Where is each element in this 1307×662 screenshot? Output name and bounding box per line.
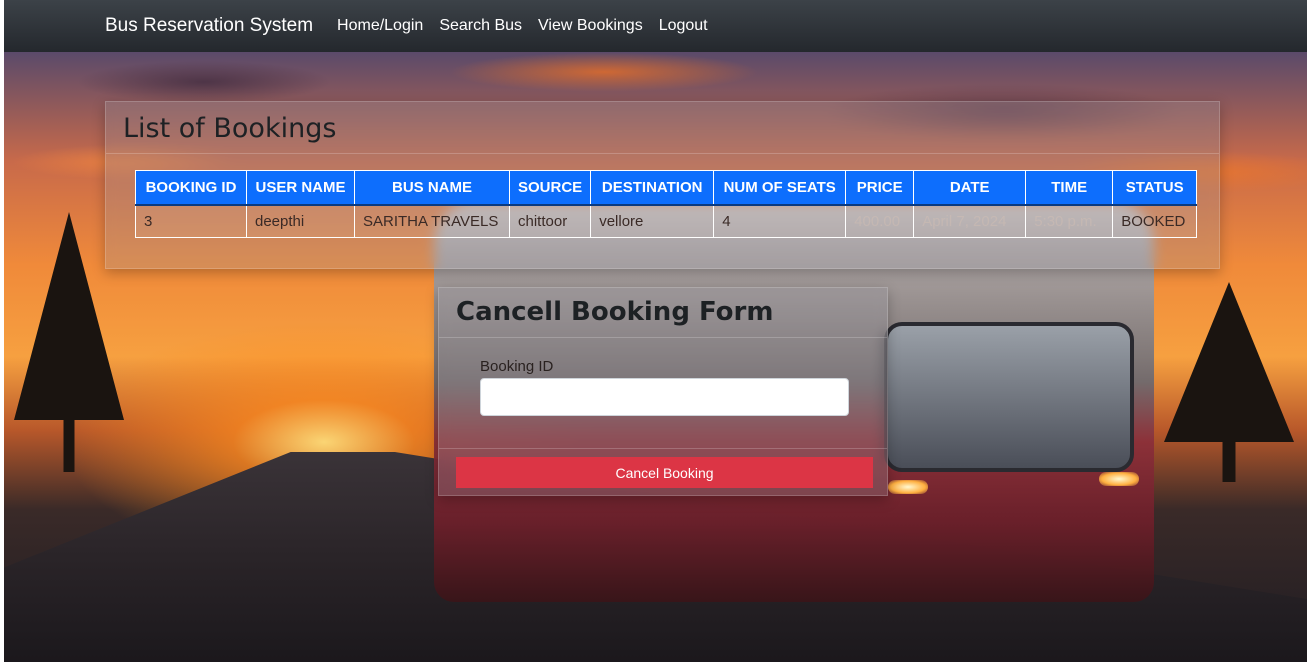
col-user-name: USER NAME — [246, 170, 355, 206]
cell-num-of-seats: 4 — [713, 204, 847, 238]
col-status: STATUS — [1112, 170, 1198, 206]
cell-source: chittoor — [508, 204, 592, 238]
nav-view-bookings[interactable]: View Bookings — [538, 17, 643, 35]
bookings-title: List of Bookings — [106, 102, 1219, 154]
cell-user-name: deepthi — [246, 204, 355, 238]
cell-price: 400.00 — [845, 204, 915, 238]
col-price: PRICE — [845, 170, 915, 206]
cell-time: 5:30 p.m. — [1025, 204, 1114, 238]
nav-search-bus[interactable]: Search Bus — [439, 17, 522, 35]
nav-home-login[interactable]: Home/Login — [337, 17, 423, 35]
cell-destination: vellore — [590, 204, 715, 238]
cancel-booking-card: Cancell Booking Form Booking ID Cancel B… — [438, 287, 888, 496]
table-row: 3 deepthi SARITHA TRAVELS chittoor vello… — [135, 204, 1198, 238]
brand-link[interactable]: Bus Reservation System — [105, 15, 313, 37]
cancel-booking-button[interactable]: Cancel Booking — [456, 457, 873, 488]
col-source: SOURCE — [508, 170, 592, 206]
cell-date: April 7, 2024 — [913, 204, 1027, 238]
page-frame: Bus Reservation System Home/Login Search… — [4, 0, 1307, 662]
booking-id-label: Booking ID — [480, 358, 554, 375]
table-header-row: BOOKING ID USER NAME BUS NAME SOURCE DES… — [135, 170, 1198, 206]
cancel-form-title: Cancell Booking Form — [439, 288, 887, 338]
top-navbar: Bus Reservation System Home/Login Search… — [4, 0, 1307, 52]
cell-bus-name: SARITHA TRAVELS — [354, 204, 510, 238]
booking-id-input[interactable] — [480, 378, 849, 416]
col-time: TIME — [1025, 170, 1114, 206]
col-date: DATE — [913, 170, 1027, 206]
nav-logout[interactable]: Logout — [659, 17, 708, 35]
cell-status: BOOKED — [1112, 204, 1198, 238]
col-num-of-seats: NUM OF SEATS — [713, 170, 847, 206]
bookings-table: BOOKING ID USER NAME BUS NAME SOURCE DES… — [135, 170, 1198, 238]
form-divider — [439, 448, 887, 449]
cell-booking-id: 3 — [135, 204, 247, 238]
col-bus-name: BUS NAME — [354, 170, 510, 206]
bookings-card: List of Bookings BOOKING ID USER NAME BU… — [105, 101, 1220, 269]
col-booking-id: BOOKING ID — [135, 170, 247, 206]
col-destination: DESTINATION — [590, 170, 715, 206]
